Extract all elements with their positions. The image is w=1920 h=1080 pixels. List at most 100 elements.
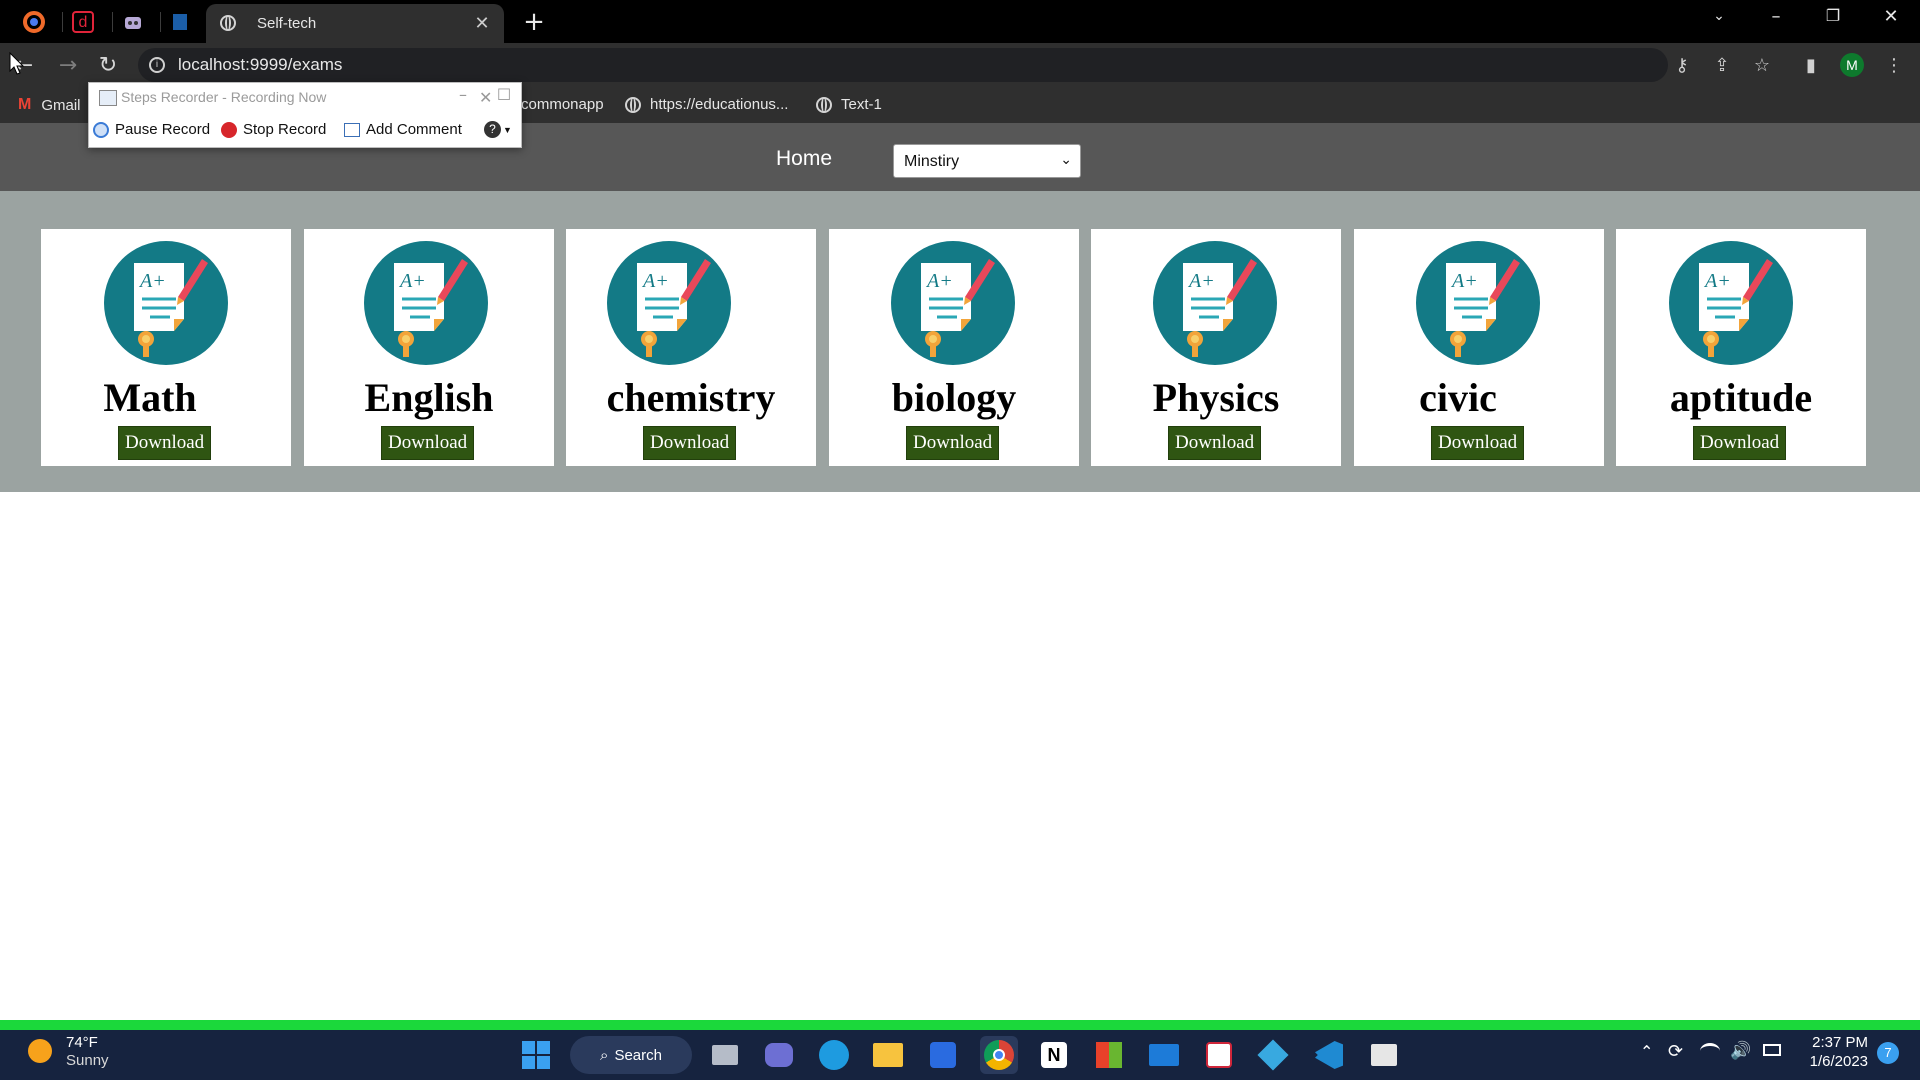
download-button[interactable]: Download [1168, 426, 1262, 460]
close-window-icon[interactable]: ✕ [1871, 6, 1911, 27]
task-view-button[interactable] [706, 1036, 744, 1074]
pinned-tab-d-icon[interactable]: d [67, 6, 99, 38]
reload-icon[interactable]: ↻ [92, 50, 124, 82]
tab-separator [112, 12, 113, 32]
stop-record-button[interactable]: Stop Record [221, 121, 326, 138]
bookmark-educationus[interactable]: https://educationus... [625, 96, 788, 113]
side-panel-icon[interactable]: ▮ [1797, 52, 1825, 80]
vscode-icon [1315, 1041, 1343, 1069]
edge-button[interactable] [815, 1036, 853, 1074]
bookmark-label: https://educationus... [650, 96, 789, 113]
bookmark-text-1[interactable]: Text-1 [816, 96, 882, 113]
exam-card-civic: civic Download [1354, 229, 1604, 466]
pinned-tab-dark-icon[interactable] [164, 6, 196, 38]
git-button[interactable] [1254, 1036, 1292, 1074]
tab-separator [62, 12, 63, 32]
exam-card-aptitude: aptitude Download [1616, 229, 1866, 466]
pause-record-label: Pause Record [115, 121, 211, 138]
forward-icon[interactable]: → [52, 50, 84, 82]
office-button[interactable] [1090, 1036, 1128, 1074]
tab-title: Self-tech [257, 15, 317, 32]
mail-button[interactable] [1145, 1036, 1183, 1074]
notion-button[interactable]: N [1035, 1036, 1073, 1074]
file-explorer-button[interactable] [869, 1036, 907, 1074]
tab-search-chevron-icon[interactable]: ⌄ [1699, 8, 1739, 24]
stop-icon [221, 121, 237, 138]
swirl-icon [23, 11, 45, 33]
exam-paper-icon [1669, 241, 1793, 365]
home-link[interactable]: Home [776, 147, 832, 171]
taskbar-accent-line [0, 1020, 1920, 1030]
help-icon: ? [484, 121, 501, 138]
minimize-icon[interactable]: – [448, 85, 478, 104]
start-button[interactable] [517, 1036, 555, 1074]
pause-record-button[interactable]: Pause Record [93, 121, 210, 138]
app-window-button[interactable] [1365, 1036, 1403, 1074]
close-tab-icon[interactable]: ✕ [470, 13, 494, 34]
clock-time[interactable]: 2:37 PM [1808, 1034, 1868, 1051]
download-button[interactable]: Download [1431, 426, 1525, 460]
site-info-icon[interactable]: i [149, 57, 165, 73]
chat-icon [765, 1043, 793, 1067]
tab-separator [160, 12, 161, 32]
exam-title: aptitude [1669, 375, 1813, 420]
minimize-icon[interactable]: – [1756, 6, 1796, 27]
search-icon: ⌕ [600, 1046, 609, 1064]
battery-icon[interactable] [1763, 1044, 1781, 1056]
snipping-button[interactable] [1200, 1036, 1238, 1074]
mouse-cursor-icon [9, 52, 25, 75]
menu-kebab-icon[interactable]: ⋮ [1880, 52, 1908, 80]
add-comment-button[interactable]: Add Comment [344, 121, 462, 138]
new-tab-button[interactable]: + [520, 8, 548, 36]
show-hidden-icons[interactable]: ⌃ [1640, 1042, 1653, 1061]
clock-date[interactable]: 1/6/2023 [1800, 1053, 1868, 1070]
store-button[interactable] [924, 1036, 962, 1074]
sync-icon[interactable]: ⟳ [1668, 1041, 1683, 1062]
git-icon [1257, 1039, 1289, 1071]
store-icon [930, 1042, 956, 1068]
pinned-tab-robot-icon[interactable] [117, 6, 149, 38]
office-icon [1096, 1042, 1122, 1068]
bookmark-gmail[interactable]: M Gmail [18, 96, 81, 114]
globe-icon [816, 96, 832, 113]
volume-icon[interactable]: 🔊 [1730, 1041, 1751, 1061]
notion-icon: N [1041, 1042, 1067, 1068]
exam-paper-icon [104, 241, 228, 365]
bookmark-label: Text-1 [841, 96, 882, 113]
share-icon[interactable]: ⇪ [1708, 52, 1736, 80]
add-comment-label: Add Comment [366, 121, 462, 138]
exam-card-chemistry: chemistry Download [566, 229, 816, 466]
profile-avatar[interactable]: M [1840, 53, 1864, 77]
mail-icon [1149, 1044, 1179, 1066]
chrome-button[interactable] [980, 1036, 1018, 1074]
chrome-icon [984, 1040, 1014, 1070]
wifi-icon[interactable] [1700, 1043, 1720, 1059]
pinned-tab-app-icon[interactable] [18, 6, 50, 38]
key-icon[interactable]: ⚷ [1668, 52, 1696, 80]
notification-badge[interactable]: 7 [1877, 1042, 1899, 1064]
ministry-select[interactable]: Minstiry ⌄ [893, 144, 1081, 178]
bookmark-commonapp[interactable]: commonapp [521, 96, 604, 113]
download-button[interactable]: Download [381, 426, 475, 460]
active-tab[interactable]: Self-tech ✕ [206, 4, 504, 43]
download-button[interactable]: Download [118, 426, 212, 460]
exam-card-biology: biology Download [829, 229, 1079, 466]
comment-icon [344, 122, 360, 137]
maximize-icon[interactable]: ☐ [489, 85, 519, 104]
download-button[interactable]: Download [906, 426, 1000, 460]
steps-recorder-window: Steps Recorder - Recording Now – ☐ Pause… [88, 82, 522, 148]
teams-chat-button[interactable] [760, 1036, 798, 1074]
taskbar-search[interactable]: ⌕ Search [570, 1036, 692, 1074]
download-button[interactable]: Download [643, 426, 737, 460]
address-bar[interactable] [138, 48, 1668, 82]
steps-close-icon[interactable]: ✕ [479, 88, 492, 107]
exam-title: English [364, 375, 494, 420]
restore-icon[interactable]: ❐ [1813, 6, 1853, 25]
help-button[interactable]: ? ▼ [484, 121, 512, 138]
download-button[interactable]: Download [1693, 426, 1787, 460]
vscode-button[interactable] [1310, 1036, 1348, 1074]
star-icon[interactable]: ☆ [1748, 52, 1776, 80]
pause-icon [93, 121, 109, 138]
bookmark-tab-icon [173, 14, 187, 30]
stop-record-label: Stop Record [243, 121, 327, 138]
